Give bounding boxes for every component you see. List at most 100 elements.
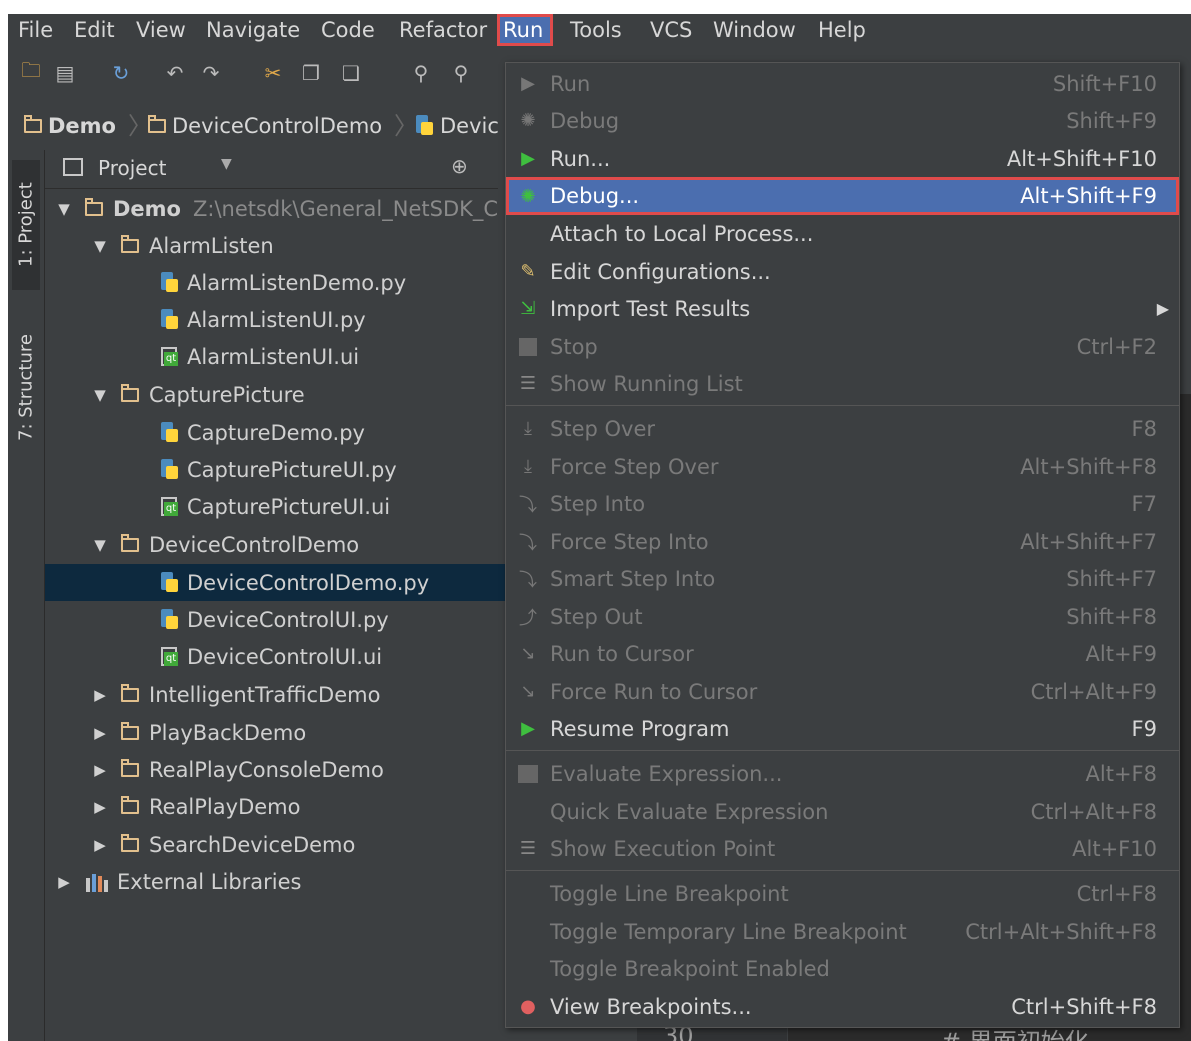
tab-structure[interactable]: 7: Structure [12,318,40,458]
ide-window: File Edit View Navigate Code Refactor Ru… [8,14,1191,1041]
tree-folder-alarmlisten[interactable]: ▼ AlarmListen [45,227,546,264]
menu-refactor[interactable]: Refactor [393,14,493,46]
menu-item-run-to-cursor[interactable]: ↘ Run to Cursor Alt+F9 [506,635,1179,672]
menu-window[interactable]: Window [707,14,802,46]
expand-arrow-icon[interactable]: ▼ [93,237,107,255]
menu-item-show-running-list[interactable]: ☰ Show Running List [506,365,1179,402]
run-to-cursor-icon: ↘ [520,643,536,664]
find-icon[interactable]: ⚲ [408,60,434,86]
breakpoints-icon: ● [520,996,536,1017]
save-icon[interactable]: ▤ [52,60,78,86]
qt-ui-file-icon [159,346,179,368]
folder-icon [121,383,139,402]
menu-edit[interactable]: Edit [68,14,121,46]
menu-item-step-out[interactable]: ⤴ Step Out Shift+F8 [506,598,1179,635]
undo-icon[interactable]: ↶ [162,60,188,86]
collapse-arrow-icon[interactable]: ▶ [93,836,107,854]
menu-file[interactable]: File [12,14,59,46]
submenu-arrow-icon: ▶ [1156,299,1169,318]
expand-arrow-icon[interactable]: ▼ [57,200,71,218]
menu-item-evaluate-expression[interactable]: Evaluate Expression... Alt+F8 [506,755,1179,792]
menu-separator [506,750,1179,751]
redo-icon[interactable]: ↷ [198,60,224,86]
expand-arrow-icon[interactable]: ▼ [93,536,107,554]
menu-run[interactable]: Run [497,14,553,46]
menu-item-edit-configurations[interactable]: ✎ Edit Configurations... [506,253,1179,290]
step-into-icon: ⤵ [519,494,537,516]
collapse-arrow-icon[interactable]: ▶ [93,686,107,704]
copy-icon[interactable]: ❐ [298,60,324,86]
step-out-icon: ⤴ [519,607,537,629]
menu-item-toggle-temporary-breakpoint[interactable]: Toggle Temporary Line Breakpoint Ctrl+Al… [506,913,1179,950]
collapse-arrow-icon[interactable]: ▶ [93,798,107,816]
menu-item-quick-evaluate[interactable]: Quick Evaluate Expression Ctrl+Alt+F8 [506,793,1179,830]
cut-icon[interactable]: ✂ [260,60,286,86]
menu-item-step-into[interactable]: ⤵ Step Into F7 [506,485,1179,522]
paste-icon[interactable]: ❏ [338,60,364,86]
python-file-icon [159,458,179,481]
menu-view[interactable]: View [130,14,192,46]
collapse-arrow-icon[interactable]: ▶ [93,724,107,742]
menu-separator [506,870,1179,871]
menu-item-force-step-into[interactable]: ⤵ Force Step Into Alt+Shift+F7 [506,523,1179,560]
menu-item-attach[interactable]: Attach to Local Process... [506,215,1179,252]
menu-item-run-config[interactable]: ▶ Run... Alt+Shift+F10 [506,140,1179,177]
menu-item-smart-step-into[interactable]: ⤵ Smart Step Into Shift+F7 [506,560,1179,597]
menu-item-view-breakpoints[interactable]: ● View Breakpoints... Ctrl+Shift+F8 [506,988,1179,1025]
force-step-over-icon: ⤓ [524,456,532,477]
tab-project[interactable]: 1: Project [12,160,40,290]
menu-item-toggle-line-breakpoint[interactable]: Toggle Line Breakpoint Ctrl+F8 [506,875,1179,912]
python-file-icon [159,571,179,594]
force-run-to-cursor-icon: ↘ [520,681,536,702]
target-icon[interactable]: ⊕ [451,154,468,178]
menu-item-debug-config[interactable]: ✺ Debug... Alt+Shift+F9 [506,177,1179,215]
editor-gutter [637,1026,787,1041]
menu-tools[interactable]: Tools [564,14,628,46]
collapse-arrow-icon[interactable]: ▶ [57,873,71,891]
menu-code[interactable]: Code [315,14,381,46]
sync-icon[interactable]: ↻ [108,60,134,86]
dropdown-arrow-icon[interactable]: ▼ [221,156,232,172]
folder-icon [85,197,103,216]
menu-item-step-over[interactable]: ⤓ Step Over F8 [506,410,1179,447]
breadcrumb-demo[interactable]: Demo [24,108,116,144]
libraries-icon [85,872,109,892]
resume-icon: ▶ [521,718,535,739]
expand-arrow-icon[interactable]: ▼ [93,386,107,404]
project-panel: Project ▼ ⊕ ▼ Demo Z:\netsdk\General_Net… [45,150,612,1041]
menu-item-force-step-over[interactable]: ⤓ Force Step Over Alt+Shift+F8 [506,448,1179,485]
tree-folder-capturepicture[interactable]: ▼ CapturePicture [45,376,546,413]
tree-folder-realplaydemo[interactable]: ▶ RealPlayDemo [45,788,546,825]
toolbar: 🗀 ▤ ↻ ↶ ↷ ✂ ❐ ❏ ⚲ ⚲ [8,54,498,94]
tree-folder-devicecontroldemo[interactable]: ▼ DeviceControlDemo [45,526,546,563]
menu-help[interactable]: Help [812,14,872,46]
python-file-icon [159,308,179,331]
menu-item-show-execution-point[interactable]: ☰ Show Execution Point Alt+F10 [506,830,1179,867]
force-step-into-icon: ⤵ [519,532,537,554]
tree-external-libraries[interactable]: ▶ External Libraries [45,863,510,900]
breadcrumb-file[interactable]: Devic [414,108,499,144]
menu-item-stop[interactable]: Stop Ctrl+F2 [506,328,1179,365]
tree-root[interactable]: ▼ Demo Z:\netsdk\General_NetSDK_C [45,190,510,227]
menu-navigate[interactable]: Navigate [200,14,306,46]
breadcrumb-devicecontroldemo[interactable]: DeviceControlDemo [148,108,382,144]
project-view-selector[interactable]: Project [98,156,166,180]
tree-folder-playbackdemo[interactable]: ▶ PlayBackDemo [45,714,546,751]
left-tool-strip: 1: Project 7: Structure [8,150,45,1041]
menu-item-resume-program[interactable]: ▶ Resume Program F9 [506,710,1179,747]
open-folder-icon[interactable]: 🗀 [18,58,44,86]
tree-folder-intelligenttrafficdemo[interactable]: ▶ IntelligentTrafficDemo [45,676,546,713]
tree-folder-searchdevicedemo[interactable]: ▶ SearchDeviceDemo [45,826,546,863]
collapse-arrow-icon[interactable]: ▶ [93,761,107,779]
tree-folder-realplayconsoledemo[interactable]: ▶ RealPlayConsoleDemo [45,751,546,788]
menu-item-import-test-results[interactable]: ⇲ Import Test Results ▶ [506,290,1179,327]
menu-item-debug[interactable]: ✺ Debug Shift+F9 [506,102,1179,139]
menu-separator [506,405,1179,406]
menu-item-force-run-to-cursor[interactable]: ↘ Force Run to Cursor Ctrl+Alt+F9 [506,673,1179,710]
folder-icon [121,683,139,702]
menu-item-toggle-breakpoint-enabled[interactable]: Toggle Breakpoint Enabled [506,950,1179,987]
menu-item-run[interactable]: ▶ Run Shift+F10 [506,65,1179,102]
calculator-icon [516,762,540,786]
replace-icon[interactable]: ⚲ [448,60,474,86]
menu-vcs[interactable]: VCS [644,14,698,46]
